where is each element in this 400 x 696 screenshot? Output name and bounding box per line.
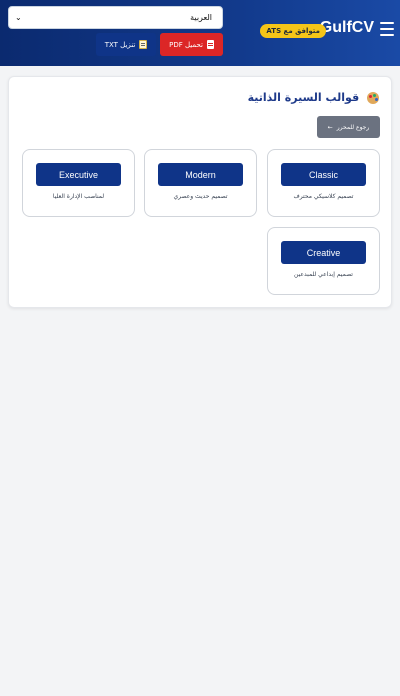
chevron-down-icon: ⌄ bbox=[15, 13, 22, 22]
language-select-value: العربية bbox=[190, 13, 212, 22]
templates-panel: قوالب السيرة الذاتية رجوع للمحرر ← Class… bbox=[8, 76, 392, 308]
template-card-creative[interactable]: Creative تصميم إبداعي للمبدعين bbox=[267, 227, 380, 295]
template-card-executive[interactable]: Executive لمناصب الإدارة العليا bbox=[22, 149, 135, 217]
download-txt-button[interactable]: تنزيل TXT bbox=[96, 33, 156, 56]
template-card-classic[interactable]: Classic تصميم كلاسيكي محترف bbox=[267, 149, 380, 217]
panel-title: قوالب السيرة الذاتية bbox=[248, 91, 379, 104]
language-select[interactable]: العربية ⌄ bbox=[8, 6, 223, 29]
template-button-executive[interactable]: Executive bbox=[36, 163, 121, 186]
template-card-modern[interactable]: Modern تصميم حديث وعصري bbox=[144, 149, 257, 217]
document-icon bbox=[206, 40, 214, 49]
memo-icon bbox=[139, 40, 148, 49]
download-txt-label: تنزيل TXT bbox=[104, 40, 136, 49]
download-pdf-button[interactable]: تحميل PDF bbox=[160, 33, 223, 56]
hamburger-menu-button[interactable] bbox=[380, 22, 394, 36]
template-button-modern[interactable]: Modern bbox=[158, 163, 243, 186]
template-button-classic[interactable]: Classic bbox=[281, 163, 366, 186]
download-pdf-label: تحميل PDF bbox=[169, 40, 203, 49]
panel-title-text: قوالب السيرة الذاتية bbox=[247, 91, 360, 104]
brand-logo[interactable]: GulfCV bbox=[320, 19, 374, 37]
arrow-left-icon: ← bbox=[327, 123, 333, 131]
ats-badge: متوافق مع ATS bbox=[260, 24, 326, 38]
template-description: تصميم حديث وعصري bbox=[173, 193, 228, 200]
app-header: GulfCV متوافق مع ATS العربية ⌄ تحميل PDF… bbox=[0, 0, 400, 66]
template-button-creative[interactable]: Creative bbox=[281, 241, 366, 264]
template-description: تصميم كلاسيكي محترف bbox=[293, 193, 354, 200]
template-description: تصميم إبداعي للمبدعين bbox=[294, 271, 353, 278]
template-description: لمناصب الإدارة العليا bbox=[52, 193, 105, 200]
palette-icon bbox=[367, 92, 379, 104]
back-to-editor-label: رجوع للمحرر bbox=[336, 123, 370, 131]
hamburger-icon bbox=[380, 22, 394, 24]
back-to-editor-button[interactable]: رجوع للمحرر ← bbox=[317, 116, 380, 138]
